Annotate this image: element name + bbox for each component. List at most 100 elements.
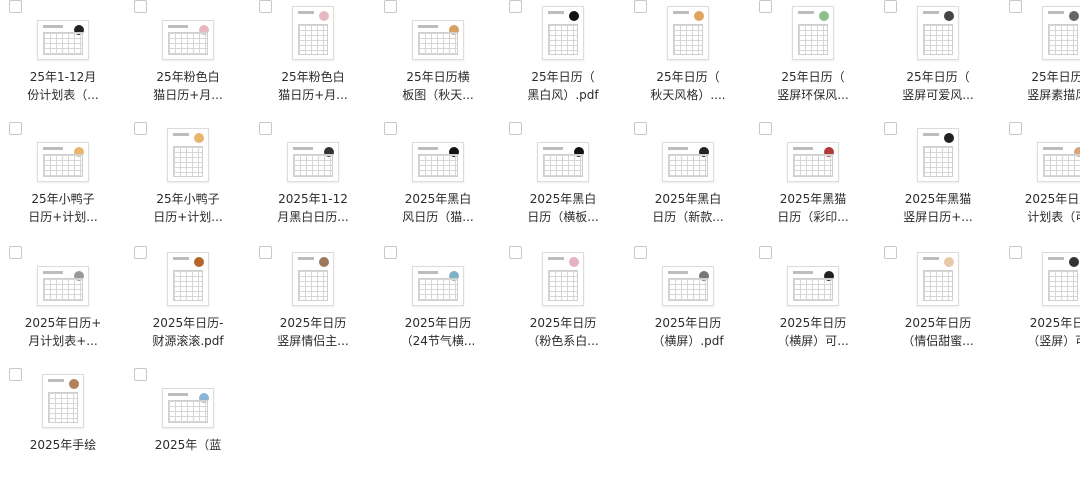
file-name[interactable]: 2025年日历 （竖屏）可...	[1001, 314, 1080, 350]
file-thumbnail[interactable]	[138, 0, 238, 60]
file-item[interactable]: 2025年日历+ 计划表（可...	[1001, 122, 1080, 240]
file-name[interactable]: 2025年日历 竖屏情侣主...	[251, 314, 375, 350]
select-checkbox[interactable]	[1009, 246, 1022, 259]
file-name[interactable]: 25年小鸭子 日历+计划...	[126, 190, 250, 226]
file-item[interactable]: 2025年日历+ 月计划表+...	[1, 246, 125, 364]
file-name[interactable]: 2025年（蓝	[126, 436, 250, 454]
file-item[interactable]: 2025年日历 （情侣甜蜜...	[876, 246, 1000, 364]
file-thumbnail[interactable]	[388, 0, 488, 60]
select-checkbox[interactable]	[634, 246, 647, 259]
file-thumbnail[interactable]	[638, 122, 738, 182]
file-name[interactable]: 25年日历（ 秋天风格）....	[626, 68, 750, 104]
file-thumbnail[interactable]	[263, 246, 363, 306]
file-thumbnail[interactable]	[513, 122, 613, 182]
select-checkbox[interactable]	[134, 0, 147, 13]
file-name[interactable]: 2025年黑白 日历（新款...	[626, 190, 750, 226]
file-thumbnail[interactable]	[888, 122, 988, 182]
file-name[interactable]: 2025年日历 （横屏）.pdf	[626, 314, 750, 350]
file-thumbnail[interactable]	[13, 0, 113, 60]
file-thumbnail[interactable]	[138, 368, 238, 428]
file-name[interactable]: 25年1-12月 份计划表（...	[1, 68, 125, 104]
file-name[interactable]: 25年日历（ 竖屏素描风...	[1001, 68, 1080, 104]
file-name[interactable]: 2025年黑猫 竖屏日历+...	[876, 190, 1000, 226]
select-checkbox[interactable]	[634, 0, 647, 13]
file-name[interactable]: 25年粉色白 猫日历+月...	[126, 68, 250, 104]
select-checkbox[interactable]	[509, 122, 522, 135]
file-name[interactable]: 2025年日历- 财源滚滚.pdf	[126, 314, 250, 350]
file-item[interactable]: 2025年黑白 日历（新款...	[626, 122, 750, 240]
file-item[interactable]: 2025年日历 （24节气横...	[376, 246, 500, 364]
select-checkbox[interactable]	[134, 368, 147, 381]
file-name[interactable]: 2025年日历 （粉色系白...	[501, 314, 625, 350]
file-item[interactable]: 2025年日历 （横屏）可...	[751, 246, 875, 364]
file-thumbnail[interactable]	[763, 246, 863, 306]
file-item[interactable]: 2025年黑白 日历（横板...	[501, 122, 625, 240]
select-checkbox[interactable]	[759, 122, 772, 135]
file-thumbnail[interactable]	[13, 368, 113, 428]
file-thumbnail[interactable]	[1013, 0, 1080, 60]
file-name[interactable]: 2025年日历+ 月计划表+...	[1, 314, 125, 350]
file-thumbnail[interactable]	[138, 246, 238, 306]
file-item[interactable]: 2025年手绘	[1, 368, 125, 486]
file-thumbnail[interactable]	[388, 246, 488, 306]
file-name[interactable]: 25年小鸭子 日历+计划...	[1, 190, 125, 226]
file-name[interactable]: 2025年日历 （横屏）可...	[751, 314, 875, 350]
select-checkbox[interactable]	[9, 246, 22, 259]
select-checkbox[interactable]	[9, 368, 22, 381]
select-checkbox[interactable]	[759, 246, 772, 259]
file-name[interactable]: 2025年手绘	[1, 436, 125, 454]
file-thumbnail[interactable]	[638, 246, 738, 306]
select-checkbox[interactable]	[384, 0, 397, 13]
file-name[interactable]: 25年日历（ 竖屏环保风...	[751, 68, 875, 104]
select-checkbox[interactable]	[134, 122, 147, 135]
file-name[interactable]: 2025年黑猫 日历（彩印...	[751, 190, 875, 226]
file-name[interactable]: 2025年黑白 风日历（猫...	[376, 190, 500, 226]
select-checkbox[interactable]	[384, 246, 397, 259]
file-name[interactable]: 2025年日历 （24节气横...	[376, 314, 500, 350]
file-name[interactable]: 25年日历（ 黑白风）.pdf	[501, 68, 625, 104]
select-checkbox[interactable]	[884, 0, 897, 13]
select-checkbox[interactable]	[509, 246, 522, 259]
file-name[interactable]: 25年日历横 板图（秋天...	[376, 68, 500, 104]
file-item[interactable]: 2025年黑猫 竖屏日历+...	[876, 122, 1000, 240]
file-thumbnail[interactable]	[888, 0, 988, 60]
select-checkbox[interactable]	[9, 122, 22, 135]
file-item[interactable]: 2025年黑猫 日历（彩印...	[751, 122, 875, 240]
file-thumbnail[interactable]	[13, 122, 113, 182]
file-item[interactable]: 2025年日历 （粉色系白...	[501, 246, 625, 364]
file-thumbnail[interactable]	[513, 0, 613, 60]
file-item[interactable]: 2025年（蓝	[126, 368, 250, 486]
file-item[interactable]: 25年小鸭子 日历+计划...	[1, 122, 125, 240]
select-checkbox[interactable]	[1009, 0, 1022, 13]
select-checkbox[interactable]	[634, 122, 647, 135]
file-item[interactable]: 2025年日历 竖屏情侣主...	[251, 246, 375, 364]
file-thumbnail[interactable]	[763, 122, 863, 182]
file-thumbnail[interactable]	[1013, 246, 1080, 306]
select-checkbox[interactable]	[259, 246, 272, 259]
file-item[interactable]: 25年粉色白 猫日历+月...	[251, 0, 375, 118]
file-thumbnail[interactable]	[638, 0, 738, 60]
file-thumbnail[interactable]	[263, 0, 363, 60]
file-thumbnail[interactable]	[263, 122, 363, 182]
file-name[interactable]: 2025年黑白 日历（横板...	[501, 190, 625, 226]
file-name[interactable]: 25年粉色白 猫日历+月...	[251, 68, 375, 104]
file-item[interactable]: 2025年日历 （横屏）.pdf	[626, 246, 750, 364]
select-checkbox[interactable]	[134, 246, 147, 259]
file-thumbnail[interactable]	[888, 246, 988, 306]
file-thumbnail[interactable]	[138, 122, 238, 182]
select-checkbox[interactable]	[259, 122, 272, 135]
select-checkbox[interactable]	[259, 0, 272, 13]
file-name[interactable]: 2025年日历 （情侣甜蜜...	[876, 314, 1000, 350]
file-item[interactable]: 2025年日历 （竖屏）可...	[1001, 246, 1080, 364]
file-name[interactable]: 25年日历（ 竖屏可爱风...	[876, 68, 1000, 104]
select-checkbox[interactable]	[1009, 122, 1022, 135]
file-thumbnail[interactable]	[763, 0, 863, 60]
file-item[interactable]: 25年日历（ 竖屏可爱风...	[876, 0, 1000, 118]
file-item[interactable]: 25年粉色白 猫日历+月...	[126, 0, 250, 118]
file-item[interactable]: 25年日历（ 竖屏环保风...	[751, 0, 875, 118]
file-item[interactable]: 25年日历（ 竖屏素描风...	[1001, 0, 1080, 118]
file-thumbnail[interactable]	[513, 246, 613, 306]
file-item[interactable]: 25年1-12月 份计划表（...	[1, 0, 125, 118]
file-item[interactable]: 25年日历横 板图（秋天...	[376, 0, 500, 118]
file-item[interactable]: 25年日历（ 黑白风）.pdf	[501, 0, 625, 118]
